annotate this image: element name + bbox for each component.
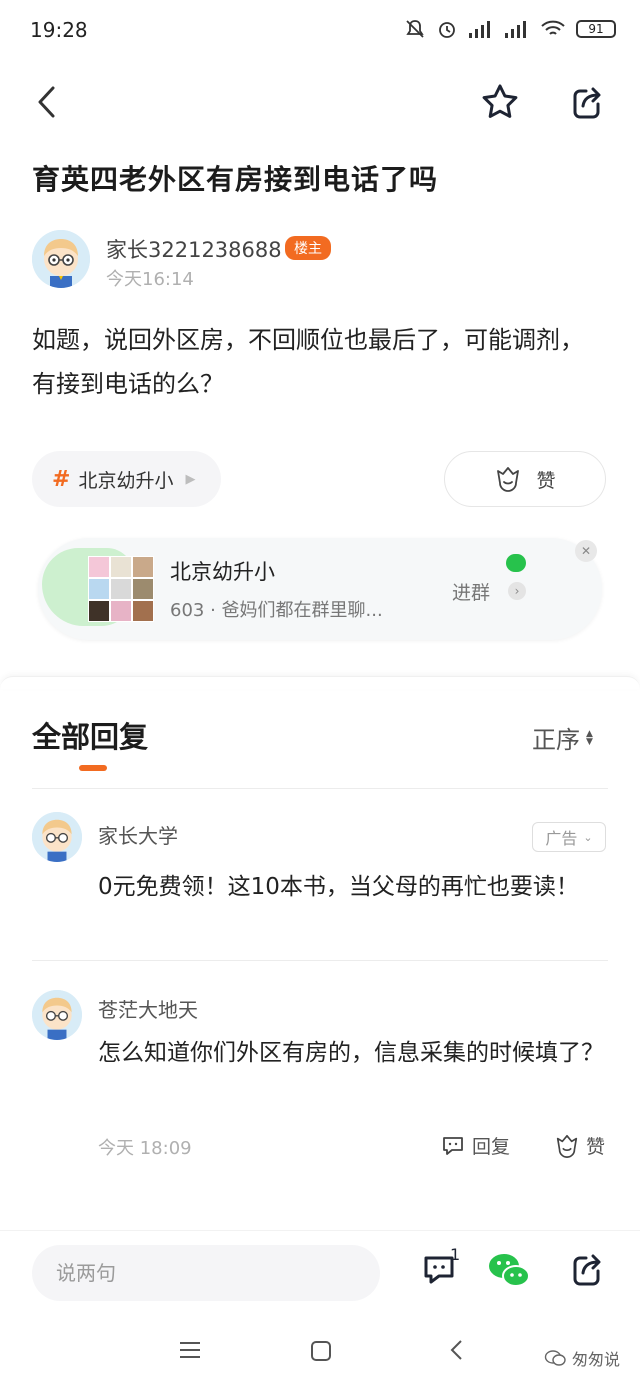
sort-toggle[interactable]: 正序 ▲ ▼ xyxy=(532,720,593,755)
play-arrow-icon: ▶ xyxy=(185,471,196,487)
back-button[interactable] xyxy=(24,80,68,124)
divider xyxy=(32,960,608,961)
reply-bubble-icon xyxy=(443,1136,463,1155)
star-icon xyxy=(482,84,518,118)
join-group-label[interactable]: 进群 xyxy=(452,578,490,605)
divider xyxy=(32,788,608,789)
avatar-face-icon xyxy=(32,812,82,862)
bottom-bar: 1 xyxy=(0,1230,640,1313)
wechat-icon xyxy=(489,1254,530,1287)
watermark-text: 匆匆说 xyxy=(571,1350,620,1369)
menu-icon xyxy=(180,1342,200,1358)
battery-icon: 91 xyxy=(576,20,616,38)
ad-avatar[interactable] xyxy=(32,812,82,862)
back-nav-button[interactable] xyxy=(448,1338,464,1366)
reply-text[interactable]: 怎么知道你们外区有房的，信息采集的时候填了？ xyxy=(98,1032,606,1074)
post-title: 育英四老外区有房接到电话了吗 xyxy=(32,163,439,196)
share-icon xyxy=(573,87,601,119)
like-flower-icon xyxy=(497,467,520,492)
bottom-share-button[interactable] xyxy=(568,1249,612,1293)
ad-badge[interactable]: 广告 ⌄ xyxy=(532,822,606,852)
back-arrow-icon xyxy=(38,86,55,118)
group-avatar-grid xyxy=(88,556,154,622)
ad-author-name[interactable]: 家长大学 xyxy=(98,820,178,849)
wechat-bubble-icon xyxy=(506,554,526,572)
signal-icon xyxy=(469,21,490,38)
topic-tag[interactable]: # 北京幼升小 ▶ xyxy=(32,451,222,507)
reply-button[interactable]: 回复 xyxy=(440,1132,510,1159)
like-flower-icon xyxy=(556,1134,578,1158)
author-name[interactable]: 家长3221238688 xyxy=(106,234,282,264)
share-button[interactable] xyxy=(566,80,610,124)
post-like-button[interactable]: 赞 xyxy=(444,451,606,507)
home-nav-button[interactable] xyxy=(310,1340,332,1366)
mute-icon xyxy=(406,20,424,38)
wechat-outline-icon xyxy=(544,1350,566,1366)
wechat-share-button[interactable] xyxy=(486,1249,532,1293)
signal-hd-icon xyxy=(505,21,526,38)
watermark: 匆匆说 xyxy=(544,1346,620,1370)
comments-button[interactable]: 1 xyxy=(420,1245,464,1293)
reply-like-label: 赞 xyxy=(586,1136,606,1158)
home-square-icon xyxy=(311,1341,331,1361)
reply-time: 今天 18:09 xyxy=(98,1138,192,1159)
author-avatar[interactable] xyxy=(32,230,90,288)
back-triangle-icon xyxy=(450,1340,462,1360)
chevron-right-icon: › xyxy=(508,582,526,600)
avatar-face-icon xyxy=(32,230,90,288)
sort-arrows-icon: ▲ ▼ xyxy=(586,728,593,747)
post-time: 今天16:14 xyxy=(106,269,194,290)
wifi-icon xyxy=(541,20,565,35)
post-body: 如题，说回外区房，不回顺位也最后了，可能调剂，有接到电话的么？ xyxy=(32,326,584,398)
share-icon xyxy=(573,1254,601,1286)
group-card[interactable]: 北京幼升小 603 · 爸妈们都在群里聊... 进群 › xyxy=(38,538,602,640)
ad-text[interactable]: 0元免费领！这10本书，当父母的再忙也要读！ xyxy=(98,866,606,908)
comment-count: 1 xyxy=(450,1245,461,1264)
avatar-face-icon xyxy=(32,990,82,1040)
reply-avatar[interactable] xyxy=(32,990,82,1040)
favorite-button[interactable] xyxy=(478,80,522,124)
group-subtitle: 603 · 爸妈们都在群里聊... xyxy=(170,600,383,621)
replies-title: 全部回复 xyxy=(32,720,149,754)
replies-title-underline xyxy=(79,765,107,771)
section-separator xyxy=(0,676,640,689)
comment-input[interactable] xyxy=(32,1245,380,1301)
menu-nav-button[interactable] xyxy=(178,1340,202,1364)
reply-like-button[interactable]: 赞 xyxy=(554,1132,605,1159)
sort-label: 正序 xyxy=(532,726,580,754)
topic-tag-label: 北京幼升小 xyxy=(78,469,174,492)
reply-button-label: 回复 xyxy=(472,1136,511,1158)
post-like-label: 赞 xyxy=(536,469,556,492)
status-time: 19:28 xyxy=(30,18,88,42)
group-name: 北京幼升小 xyxy=(170,560,275,584)
owner-badge: 楼主 xyxy=(285,236,331,260)
reply-author-name[interactable]: 苍茫大地天 xyxy=(98,994,198,1023)
status-icons: 91 xyxy=(404,18,616,40)
hash-icon: # xyxy=(52,466,71,492)
close-icon[interactable]: ✕ xyxy=(575,540,597,562)
ad-badge-label: 广告 xyxy=(545,829,578,848)
alarm-icon xyxy=(439,22,455,38)
chevron-down-icon: ⌄ xyxy=(583,830,593,844)
